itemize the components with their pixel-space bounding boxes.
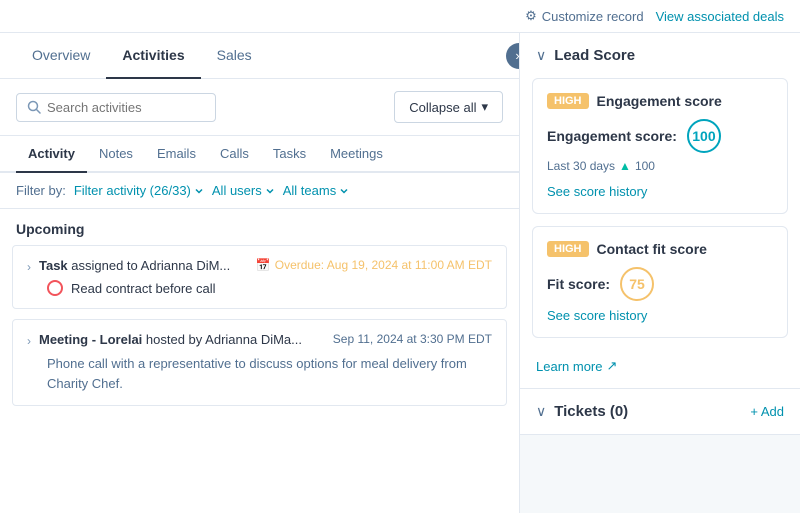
meeting-card-header: › Meeting - Lorelai hosted by Adrianna D…	[27, 332, 492, 348]
main-tabs: Overview Activities Sales »	[0, 33, 519, 79]
meeting-date: Sep 11, 2024 at 3:30 PM EDT	[333, 332, 492, 346]
search-icon	[27, 100, 41, 114]
expand-task-icon[interactable]: ›	[27, 260, 31, 274]
task-card: › Task assigned to Adrianna DiM... 📅 Ove…	[12, 245, 507, 309]
tab-overview[interactable]: Overview	[16, 33, 106, 79]
contact-score-value-row: Fit score: 75	[547, 267, 773, 301]
engagement-badge-row: HIGH Engagement score	[547, 93, 773, 109]
meeting-title: Meeting - Lorelai hosted by Adrianna DiM…	[39, 332, 325, 347]
tickets-row: ∨ Tickets (0) + Add	[520, 389, 800, 434]
gear-icon: ⚙	[525, 8, 537, 24]
tab-sales[interactable]: Sales	[201, 33, 268, 79]
lead-score-title-row[interactable]: ∨ Lead Score	[520, 33, 800, 78]
lead-score-title: Lead Score	[554, 47, 635, 64]
activities-list: Upcoming › Task assigned to Adrianna DiM…	[0, 209, 519, 513]
engagement-score-circle: 100	[687, 119, 721, 153]
sub-tab-activity[interactable]: Activity	[16, 136, 87, 173]
engagement-high-badge: HIGH	[547, 93, 589, 109]
task-detail: Read contract before call	[27, 280, 492, 296]
sub-tab-calls[interactable]: Calls	[208, 136, 261, 173]
search-box[interactable]	[16, 93, 216, 122]
filter-teams-btn[interactable]: All teams	[283, 183, 349, 198]
sub-tab-tasks[interactable]: Tasks	[261, 136, 318, 173]
filter-row: Filter by: Filter activity (26/33) All u…	[0, 173, 519, 209]
contact-card-title: Contact fit score	[597, 241, 707, 257]
tab-activities[interactable]: Activities	[106, 33, 200, 79]
contact-score-circle: 75	[620, 267, 654, 301]
engagement-card-title: Engagement score	[597, 93, 722, 109]
chevron-down-icon	[194, 186, 204, 196]
contact-see-history-link[interactable]: See score history	[547, 308, 647, 323]
left-panel: Overview Activities Sales » Collapse all…	[0, 33, 520, 513]
tickets-add-btn[interactable]: + Add	[750, 404, 784, 419]
tickets-title: Tickets (0)	[554, 403, 628, 420]
engagement-score-label: Engagement score:	[547, 128, 677, 144]
task-description: Read contract before call	[71, 281, 216, 296]
view-deals-link[interactable]: View associated deals	[656, 9, 784, 24]
chevron-down-icon	[265, 186, 275, 196]
tickets-chevron[interactable]: ∨	[536, 403, 546, 420]
expand-meeting-icon[interactable]: ›	[27, 334, 31, 348]
contact-badge-row: HIGH Contact fit score	[547, 241, 773, 257]
chevron-down-icon	[339, 186, 349, 196]
trend-up-icon: ▲	[619, 159, 631, 173]
engagement-see-history-link[interactable]: See score history	[547, 184, 647, 199]
learn-more-link[interactable]: Learn more ↗	[536, 358, 784, 374]
engagement-score-value-row: Engagement score: 100	[547, 119, 773, 153]
filter-users-btn[interactable]: All users	[212, 183, 275, 198]
customize-record-btn[interactable]: ⚙ Customize record	[525, 8, 644, 24]
task-status-icon[interactable]	[47, 280, 63, 296]
external-link-icon: ↗	[606, 358, 617, 374]
right-panel: ∨ Lead Score HIGH Engagement score Engag…	[520, 33, 800, 513]
tickets-title-left: ∨ Tickets (0)	[536, 403, 628, 420]
panel-expand-btn[interactable]: »	[506, 43, 520, 69]
main-layout: Overview Activities Sales » Collapse all…	[0, 33, 800, 513]
meeting-card: › Meeting - Lorelai hosted by Adrianna D…	[12, 319, 507, 406]
upcoming-header: Upcoming	[0, 209, 519, 245]
sub-tab-notes[interactable]: Notes	[87, 136, 145, 173]
task-title: Task assigned to Adrianna DiM...	[39, 258, 248, 273]
search-filter-row: Collapse all ▾	[0, 79, 519, 136]
sub-tabs: Activity Notes Emails Calls Tasks Meetin…	[0, 136, 519, 173]
contact-score-label: Fit score:	[547, 276, 610, 292]
meeting-description: Phone call with a representative to disc…	[27, 354, 492, 393]
contact-high-badge: HIGH	[547, 241, 589, 257]
search-input[interactable]	[47, 100, 205, 115]
contact-fit-score-card: HIGH Contact fit score Fit score: 75 See…	[532, 226, 788, 338]
chevron-down-icon: ▾	[481, 99, 488, 115]
overdue-tag: 📅 Overdue: Aug 19, 2024 at 11:00 AM EDT	[256, 258, 492, 272]
tickets-section: ∨ Tickets (0) + Add	[520, 389, 800, 435]
sub-tab-meetings[interactable]: Meetings	[318, 136, 395, 173]
top-bar: ⚙ Customize record View associated deals	[0, 0, 800, 33]
calendar-icon: 📅	[256, 258, 271, 272]
lead-score-title-left: ∨ Lead Score	[536, 47, 635, 64]
engagement-last-days: Last 30 days ▲ 100	[547, 159, 773, 173]
collapse-all-btn[interactable]: Collapse all ▾	[394, 91, 503, 123]
engagement-score-card: HIGH Engagement score Engagement score: …	[532, 78, 788, 214]
learn-more-row: Learn more ↗	[520, 350, 800, 388]
filter-by-label: Filter by:	[16, 183, 66, 198]
lead-score-chevron: ∨	[536, 47, 546, 64]
filter-activity-btn[interactable]: Filter activity (26/33)	[74, 183, 204, 198]
lead-score-section: ∨ Lead Score HIGH Engagement score Engag…	[520, 33, 800, 389]
task-card-header: › Task assigned to Adrianna DiM... 📅 Ove…	[27, 258, 492, 274]
sub-tab-emails[interactable]: Emails	[145, 136, 208, 173]
